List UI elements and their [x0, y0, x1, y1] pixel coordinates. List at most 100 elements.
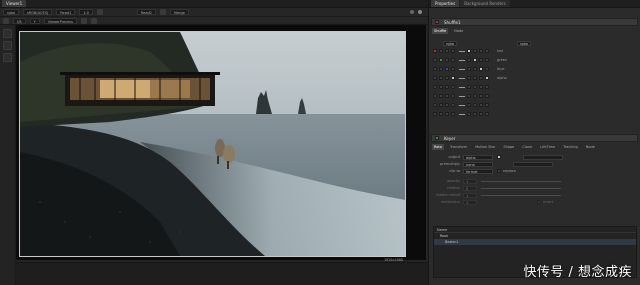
channel-checkbox[interactable]	[473, 49, 477, 53]
channel-checkbox[interactable]	[439, 112, 443, 116]
channel-checkbox[interactable]	[439, 58, 443, 62]
channel-checkbox[interactable]	[445, 85, 449, 89]
tab-background-renders[interactable]: Background Renders	[460, 0, 510, 7]
tab-clone[interactable]: Clone	[520, 144, 534, 150]
y-field[interactable]: Y	[29, 17, 40, 24]
channel-checkbox[interactable]	[473, 103, 477, 107]
channel-checkbox[interactable]	[467, 85, 471, 89]
channel-checkbox[interactable]	[485, 67, 489, 71]
channel-checkbox[interactable]	[485, 49, 489, 53]
channel-checkbox[interactable]	[479, 67, 483, 71]
channel-checkbox[interactable]	[451, 76, 455, 80]
channel-checkbox[interactable]	[473, 85, 477, 89]
channel-checkbox[interactable]	[479, 49, 483, 53]
channel-checkbox[interactable]	[439, 103, 443, 107]
channel-checkbox[interactable]	[467, 94, 471, 98]
channel-checkbox[interactable]	[473, 67, 477, 71]
tab-properties[interactable]: Properties	[431, 0, 460, 7]
a-input-select[interactable]: Read1	[56, 9, 76, 15]
channel-checkbox[interactable]	[485, 112, 489, 116]
tab-lifetime[interactable]: LifeTime	[538, 144, 557, 150]
motionblur-field[interactable]: 1	[463, 199, 477, 205]
channel-checkbox[interactable]	[485, 94, 489, 98]
shuffle-input-select[interactable]: rgba	[443, 40, 457, 46]
channel-checkbox[interactable]	[451, 58, 455, 62]
channel-checkbox[interactable]	[445, 103, 449, 107]
channel-checkbox[interactable]	[467, 103, 471, 107]
channel-checkbox[interactable]	[479, 103, 483, 107]
input-b-select[interactable]: Merge	[169, 9, 189, 15]
gain-icon[interactable]	[3, 17, 9, 24]
tab-tracking[interactable]: Tracking	[561, 144, 580, 150]
channel-checkbox[interactable]	[445, 76, 449, 80]
channel-checkbox[interactable]	[445, 112, 449, 116]
clip-to-select[interactable]: format	[463, 168, 493, 174]
channel-checkbox[interactable]	[467, 67, 471, 71]
channel-checkbox[interactable]	[433, 49, 437, 53]
viewer-process-select[interactable]: ViewerProcess	[43, 17, 77, 24]
transform-tool-icon[interactable]	[3, 41, 12, 50]
tab-shuffle[interactable]: Shuffle	[432, 28, 449, 34]
colorspace-select[interactable]: sRGB(ACES)	[22, 9, 53, 15]
tab-node[interactable]: Node	[584, 144, 597, 150]
channel-checkbox[interactable]	[451, 103, 455, 107]
lock-icon[interactable]	[418, 10, 422, 14]
channel-checkbox[interactable]	[479, 85, 483, 89]
roi-icon[interactable]	[80, 17, 87, 24]
compare-icon[interactable]	[159, 9, 166, 15]
channels-select[interactable]: rgba	[3, 9, 19, 15]
channel-checkbox[interactable]	[479, 94, 483, 98]
channel-checkbox[interactable]	[439, 49, 443, 53]
channel-checkbox[interactable]	[451, 112, 455, 116]
channel-checkbox[interactable]	[445, 94, 449, 98]
channel-checkbox[interactable]	[439, 67, 443, 71]
channel-checkbox[interactable]	[473, 94, 477, 98]
channel-checkbox[interactable]	[433, 112, 437, 116]
channel-checkbox[interactable]	[451, 85, 455, 89]
output-select[interactable]: alpha	[463, 154, 493, 160]
channel-checkbox[interactable]	[485, 58, 489, 62]
channel-checkbox[interactable]	[485, 103, 489, 107]
channel-checkbox[interactable]	[433, 76, 437, 80]
feather-field[interactable]: 0	[463, 185, 477, 191]
output-checkbox[interactable]	[497, 155, 501, 159]
channel-checkbox[interactable]	[479, 76, 483, 80]
viewer-timeline[interactable]	[16, 262, 428, 285]
channel-checkbox[interactable]	[467, 76, 471, 80]
channel-checkbox[interactable]	[433, 94, 437, 98]
channel-checkbox[interactable]	[439, 85, 443, 89]
shuffle-node-header[interactable]: Shuffle1	[431, 18, 638, 26]
opacity-slider[interactable]	[481, 180, 561, 182]
channel-checkbox[interactable]	[445, 49, 449, 53]
bezier-tool-icon[interactable]	[3, 53, 12, 62]
channel-checkbox[interactable]	[485, 76, 489, 80]
gain-field[interactable]: f/8	[13, 17, 26, 24]
channel-checkbox[interactable]	[433, 85, 437, 89]
proxy-icon[interactable]	[410, 10, 414, 14]
select-tool-icon[interactable]	[3, 29, 12, 38]
tab-viewer[interactable]: Viewer1	[2, 0, 27, 7]
feather-slider[interactable]	[481, 187, 561, 189]
channel-checkbox[interactable]	[451, 67, 455, 71]
channel-checkbox[interactable]	[439, 94, 443, 98]
tree-item-bezier[interactable]: Bezier1	[434, 239, 636, 245]
feather-falloff-field[interactable]: 1	[463, 192, 477, 198]
channel-checkbox[interactable]	[433, 103, 437, 107]
channel-checkbox[interactable]	[467, 112, 471, 116]
channel-checkbox[interactable]	[479, 112, 483, 116]
input-a-select[interactable]: Read2	[136, 9, 156, 15]
roto-node-header[interactable]: Keyer	[431, 134, 638, 142]
channel-checkbox[interactable]	[445, 67, 449, 71]
tab-motion-blur[interactable]: Motion Blur	[473, 144, 497, 150]
cliptype-select[interactable]	[513, 161, 553, 167]
channel-checkbox[interactable]	[473, 58, 477, 62]
channel-checkbox[interactable]	[451, 94, 455, 98]
tab-transform[interactable]: Transform	[448, 144, 469, 150]
channel-checkbox[interactable]	[467, 49, 471, 53]
invert-checkbox[interactable]	[537, 200, 541, 204]
tab-roto[interactable]: Roto	[432, 144, 444, 150]
channel-checkbox[interactable]	[473, 112, 477, 116]
channel-checkbox[interactable]	[485, 85, 489, 89]
channel-checkbox[interactable]	[439, 76, 443, 80]
wipe-icon[interactable]	[96, 9, 103, 15]
